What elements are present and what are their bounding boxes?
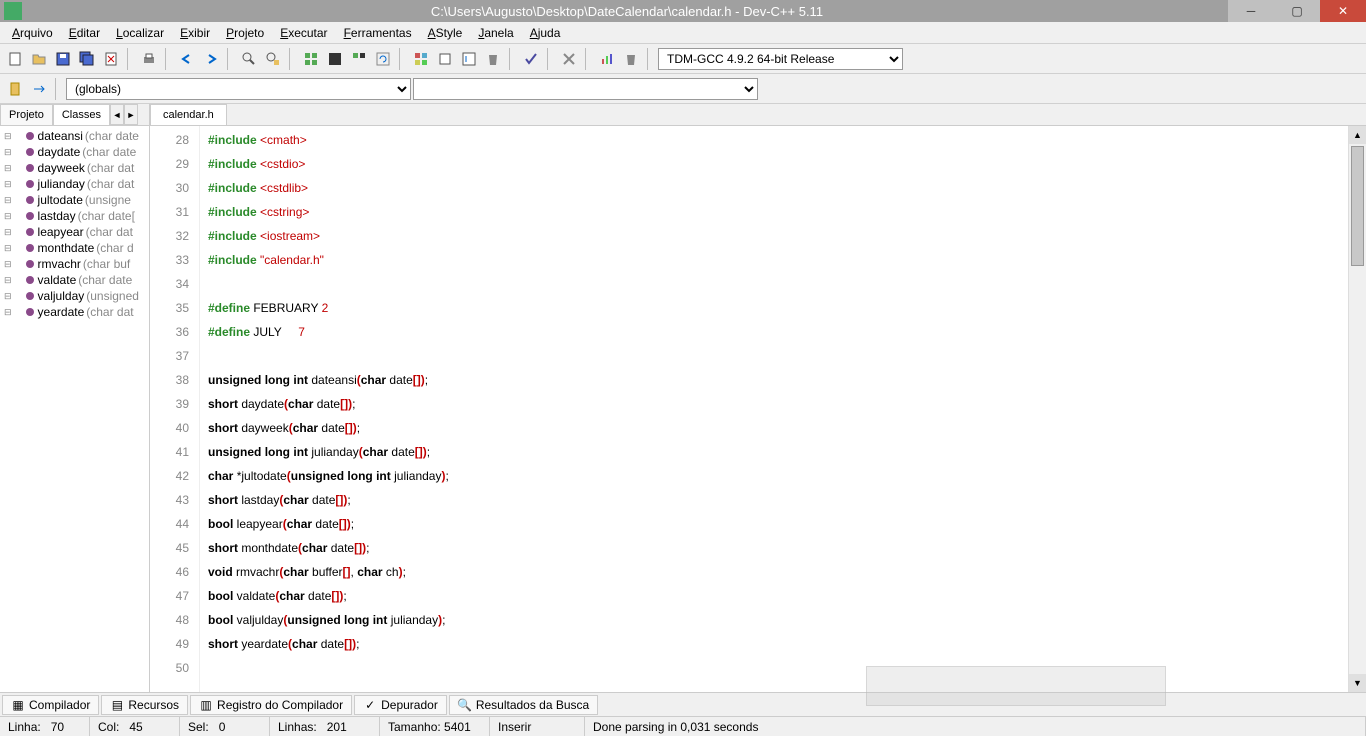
window-title: C:\Users\Augusto\Desktop\DateCalendar\ca…: [26, 4, 1228, 19]
line-gutter: 2829303132333435363738394041424344454647…: [150, 126, 200, 692]
menu-exibir[interactable]: Exibir: [172, 24, 218, 42]
tree-item-rmvachr[interactable]: ⊟rmvachr (char buf: [2, 256, 147, 272]
status-message: Done parsing in 0,031 seconds: [593, 720, 758, 734]
tree-item-dayweek[interactable]: ⊟dayweek (char dat: [2, 160, 147, 176]
maximize-button[interactable]: ▢: [1274, 0, 1320, 22]
menu-arquivo[interactable]: Arquivo: [4, 24, 61, 42]
print-button[interactable]: [138, 48, 160, 70]
code-editor[interactable]: 2829303132333435363738394041424344454647…: [150, 126, 1366, 692]
tree-item-monthdate[interactable]: ⊟monthdate (char d: [2, 240, 147, 256]
tab-nav-left[interactable]: ◄: [110, 104, 124, 125]
compile-run-button[interactable]: [348, 48, 370, 70]
scope-toolbar: (globals): [0, 74, 1366, 104]
save-button[interactable]: [52, 48, 74, 70]
tree-item-daydate[interactable]: ⊟daydate (char date: [2, 144, 147, 160]
output-tab-2[interactable]: ▥Registro do Compilador: [190, 695, 352, 715]
sidebar: Projeto Classes ◄ ► ⊟dateansi (char date…: [0, 104, 150, 692]
title-bar: C:\Users\Augusto\Desktop\DateCalendar\ca…: [0, 0, 1366, 22]
status-sel-value: 0: [219, 720, 226, 734]
run-button[interactable]: [324, 48, 346, 70]
editor-tab[interactable]: calendar.h: [150, 104, 227, 125]
tree-item-jultodate[interactable]: ⊟jultodate (unsigne: [2, 192, 147, 208]
output-tab-4[interactable]: 🔍Resultados da Busca: [449, 695, 598, 715]
profile-button[interactable]: [458, 48, 480, 70]
menu-executar[interactable]: Executar: [272, 24, 335, 42]
replace-button[interactable]: [262, 48, 284, 70]
status-col-label: Col:: [98, 720, 119, 734]
new-file-button[interactable]: [4, 48, 26, 70]
status-sel-label: Sel:: [188, 720, 209, 734]
notification-ghost: [866, 666, 1166, 706]
menu-ferramentas[interactable]: Ferramentas: [336, 24, 420, 42]
status-lines-value: 201: [327, 720, 347, 734]
status-size-value: 5401: [444, 720, 471, 734]
find-button[interactable]: [238, 48, 260, 70]
goto-button[interactable]: [28, 78, 50, 100]
output-tab-0[interactable]: ▦Compilador: [2, 695, 99, 715]
undo-button[interactable]: [176, 48, 198, 70]
menu-ajuda[interactable]: Ajuda: [522, 24, 569, 42]
close-file-button[interactable]: [100, 48, 122, 70]
status-line-value: 70: [51, 720, 64, 734]
scope-select[interactable]: (globals): [66, 78, 411, 100]
menu-astyle[interactable]: AStyle: [420, 24, 471, 42]
close-button[interactable]: ✕: [1320, 0, 1366, 22]
code-text[interactable]: #include <cmath> #include <cstdio> #incl…: [200, 126, 1348, 692]
tree-item-yeardate[interactable]: ⊟yeardate (char dat: [2, 304, 147, 320]
status-lines-label: Linhas:: [278, 720, 317, 734]
open-button[interactable]: [28, 48, 50, 70]
scroll-thumb[interactable]: [1351, 146, 1364, 266]
tree-item-leapyear[interactable]: ⊟leapyear (char dat: [2, 224, 147, 240]
menu-janela[interactable]: Janela: [470, 24, 521, 42]
tab-classes[interactable]: Classes: [53, 104, 110, 125]
status-mode: Inserir: [498, 720, 531, 734]
tab-nav-right[interactable]: ►: [124, 104, 138, 125]
menu-bar: ArquivoEditarLocalizarExibirProjetoExecu…: [0, 22, 1366, 44]
status-col-value: 45: [129, 720, 142, 734]
trash2-button[interactable]: [620, 48, 642, 70]
tree-item-lastday[interactable]: ⊟lastday (char date[: [2, 208, 147, 224]
abort-button[interactable]: [558, 48, 580, 70]
output-tab-3[interactable]: ✓Depurador: [354, 695, 447, 715]
compile-button[interactable]: [300, 48, 322, 70]
menu-editar[interactable]: Editar: [61, 24, 108, 42]
menu-projeto[interactable]: Projeto: [218, 24, 272, 42]
bookmark-button[interactable]: [4, 78, 26, 100]
save-all-button[interactable]: [76, 48, 98, 70]
redo-button[interactable]: [200, 48, 222, 70]
minimize-button[interactable]: ─: [1228, 0, 1274, 22]
stop-button[interactable]: [434, 48, 456, 70]
status-line-label: Linha:: [8, 720, 41, 734]
menu-localizar[interactable]: Localizar: [108, 24, 172, 42]
class-tree[interactable]: ⊟dateansi (char date⊟daydate (char date⊟…: [0, 126, 149, 692]
member-select[interactable]: [413, 78, 758, 100]
trash-button[interactable]: [482, 48, 504, 70]
status-size-label: Tamanho:: [388, 720, 441, 734]
check-button[interactable]: [520, 48, 542, 70]
scroll-down-icon[interactable]: ▼: [1349, 674, 1366, 692]
compiler-select[interactable]: TDM-GCC 4.9.2 64-bit Release: [658, 48, 903, 70]
tree-item-julianday[interactable]: ⊟julianday (char dat: [2, 176, 147, 192]
tree-item-valjulday[interactable]: ⊟valjulday (unsigned: [2, 288, 147, 304]
debug-button[interactable]: [410, 48, 432, 70]
status-bar: Linha: 70 Col: 45 Sel: 0 Linhas: 201 Tam…: [0, 716, 1366, 736]
tab-project[interactable]: Projeto: [0, 104, 53, 125]
chart-button[interactable]: [596, 48, 618, 70]
vertical-scrollbar[interactable]: ▲ ▼: [1348, 126, 1366, 692]
output-tab-1[interactable]: ▤Recursos: [101, 695, 188, 715]
rebuild-button[interactable]: [372, 48, 394, 70]
app-icon: [4, 2, 22, 20]
main-toolbar: TDM-GCC 4.9.2 64-bit Release: [0, 44, 1366, 74]
tree-item-valdate[interactable]: ⊟valdate (char date: [2, 272, 147, 288]
scroll-up-icon[interactable]: ▲: [1349, 126, 1366, 144]
tree-item-dateansi[interactable]: ⊟dateansi (char date: [2, 128, 147, 144]
